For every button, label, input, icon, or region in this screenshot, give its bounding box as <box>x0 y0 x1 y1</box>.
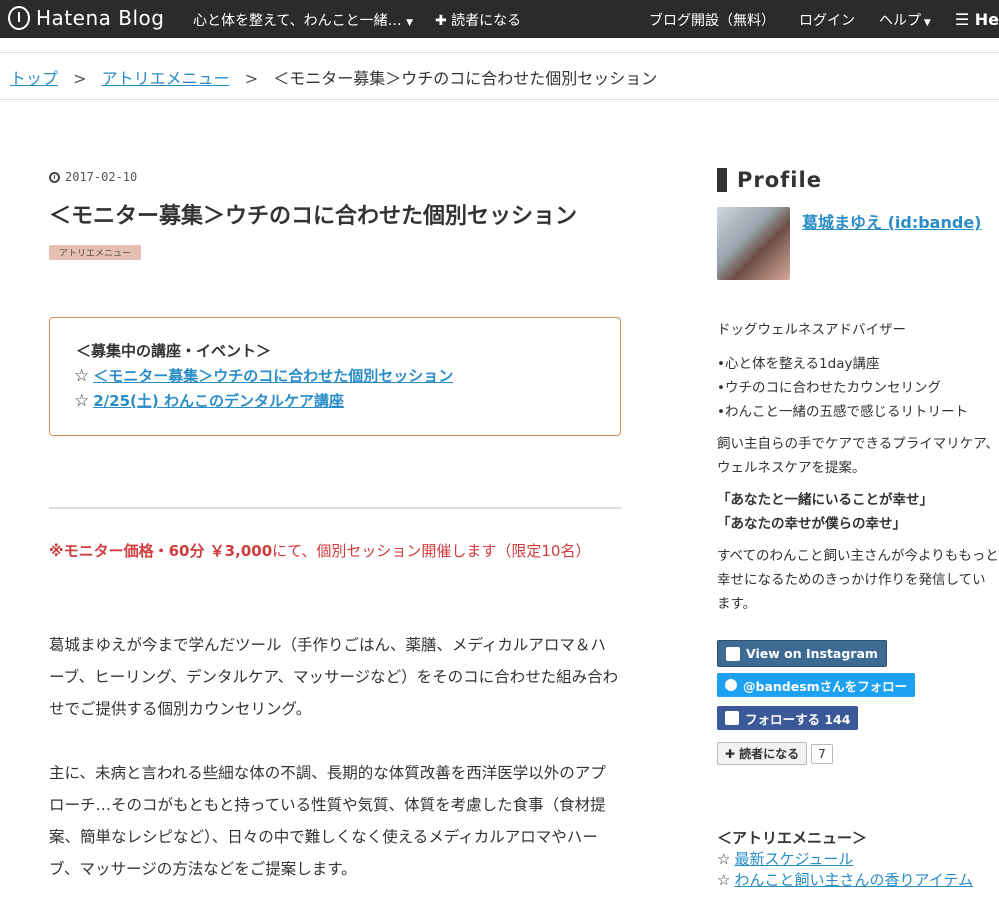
article: 2017-02-10 ＜モニター募集＞ウチのコに合わせた個別セッション アトリエ… <box>49 170 621 885</box>
menu-link-aroma[interactable]: わんこと飼い主さんの香りアイテム <box>734 869 973 890</box>
profile-name-link[interactable]: 葛城まゆえ (id:bande) <box>802 209 981 280</box>
plus-icon: ✚ <box>725 746 736 761</box>
menu-link-schedule[interactable]: 最新スケジュール <box>734 848 853 869</box>
login-link[interactable]: ログイン <box>799 10 855 30</box>
breadcrumb-current: ＜モニター募集＞ウチのコに合わせた個別セッション <box>273 69 658 88</box>
body-paragraph: 主に、未病と言われる些細な体の不調、長期的な体質改善を西洋医学以外のアプローチ…… <box>49 764 606 878</box>
date-text[interactable]: 2017-02-10 <box>65 170 137 184</box>
service-item: •心と体を整える1day講座 <box>717 356 880 372</box>
reader-button[interactable]: ✚ 読者になる <box>717 742 808 765</box>
profile-row: 葛城まゆえ (id:bande) <box>717 207 999 280</box>
breadcrumb-top-link[interactable]: トップ <box>10 69 58 88</box>
hatena-logo[interactable]: Hatena Blog <box>8 6 164 30</box>
event-link-monitor[interactable]: ＜モニター募集＞ウチのコに合わせた個別セッション <box>93 365 453 386</box>
event-link-dental[interactable]: 2/25(土) わんこのデンタルケア講座 <box>93 390 344 411</box>
breadcrumb-category-link[interactable]: アトリエメニュー <box>102 69 230 88</box>
instagram-icon <box>726 646 740 661</box>
star-icon: ☆ <box>74 390 90 411</box>
social-row: フォローする 144 <box>717 706 999 730</box>
clock-icon <box>49 171 60 183</box>
logo-text: Hatena Blog <box>36 6 165 30</box>
hatena-topbar: Hatena Blog 心と体を整えて、わんこと一緒… ▼ ✚ 読者になる ブロ… <box>0 0 999 38</box>
menu-icon: ☰ <box>954 10 975 29</box>
profile-intro: 飼い主自らの手でケアできるプライマリケア、ウェルネスケアを提案。 <box>717 436 999 476</box>
event-item: ☆ 2/25(土) わんこのデンタルケア講座 <box>74 390 596 411</box>
price-rest: にて、個別セッション開催します（限定10名） <box>272 542 591 560</box>
atelier-menu-heading: ＜アトリエメニュー＞ <box>717 829 868 847</box>
atelier-menu-item: ☆ 最新スケジュール <box>717 848 999 869</box>
social-row: ✚ 読者になる 7 <box>717 742 999 765</box>
reader-count: 7 <box>811 743 833 764</box>
star-icon: ☆ <box>74 365 90 386</box>
subscribe-button[interactable]: ✚ 読者になる <box>435 10 521 30</box>
breadcrumb-bar: トップ > アトリエメニュー > ＜モニター募集＞ウチのコに合わせた個別セッショ… <box>0 52 999 100</box>
star-icon: ☆ <box>717 870 731 889</box>
breadcrumb: トップ > アトリエメニュー > ＜モニター募集＞ウチのコに合わせた個別セッショ… <box>10 65 657 89</box>
blog-name-dropdown[interactable]: 心と体を整えて、わんこと一緒… ▼ <box>193 10 413 30</box>
service-item: •ウチのコに合わせたカウンセリング <box>717 380 941 396</box>
facebook-icon <box>725 711 739 725</box>
profile-quote: 「あなたの幸せが僕らの幸せ」 <box>717 516 906 532</box>
profile-heading: Profile <box>717 168 999 192</box>
atelier-menu-item: ☆ わんこと飼い主さんの香りアイテム <box>717 869 999 890</box>
hatena-extra-link[interactable]: ☰ He <box>955 10 999 30</box>
price-notice: ※モニター価格・60分 ￥3,000にて、個別セッション開催します（限定10名） <box>49 535 621 567</box>
article-title[interactable]: ＜モニター募集＞ウチのコに合わせた個別セッション <box>49 198 621 230</box>
twitter-icon <box>725 679 737 691</box>
avatar[interactable] <box>717 207 790 280</box>
category-tag[interactable]: アトリエメニュー <box>49 245 142 260</box>
price-bold: ※モニター価格・60分 ￥3,000 <box>49 542 273 560</box>
heading-bar <box>717 168 727 192</box>
help-menu[interactable]: ヘルプ ▼ <box>879 10 931 30</box>
topbar-right-links: ブログ開設（無料） ログイン ヘルプ ▼ ☰ He <box>649 10 999 30</box>
event-item: ☆ ＜モニター募集＞ウチのコに合わせた個別セッション <box>74 365 596 386</box>
open-blog-link[interactable]: ブログ開設（無料） <box>649 10 775 30</box>
facebook-follow-button[interactable]: フォローする 144 <box>717 706 859 730</box>
chevron-down-icon: ▼ <box>921 18 931 28</box>
profile-mission: すべてのわんこと飼い主さんが今よりももっと幸せになるためのきっかけ作りを発信して… <box>717 548 999 612</box>
body-paragraph: 葛城まゆえが今まで学んだツール（手作りごはん、薬膳、メディカルアロマ＆ハーブ、ヒ… <box>49 636 619 718</box>
event-box-heading: ＜募集中の講座・イベント＞ <box>76 342 272 360</box>
breadcrumb-separator: > <box>244 69 259 88</box>
event-box: ＜募集中の講座・イベント＞ ☆ ＜モニター募集＞ウチのコに合わせた個別セッション… <box>49 317 621 436</box>
profile-role: ドッグウェルネスアドバイザー <box>717 322 906 338</box>
chevron-down-icon: ▼ <box>406 18 413 28</box>
sidebar: Profile 葛城まゆえ (id:bande) ドッグウェルネスアドバイザー … <box>717 168 999 890</box>
instagram-button[interactable]: View on Instagram <box>717 640 887 667</box>
service-item: •わんこと一緒の五感で感じるリトリート <box>717 404 968 420</box>
social-row: View on Instagram <box>717 640 999 667</box>
twitter-follow-button[interactable]: @bandesmさんをフォロー <box>717 673 916 697</box>
profile-quote: 「あなたと一緒にいることが幸せ」 <box>717 492 933 508</box>
divider <box>49 507 621 509</box>
post-date: 2017-02-10 <box>49 170 621 184</box>
hatena-logo-icon <box>8 6 30 30</box>
star-icon: ☆ <box>717 849 731 868</box>
breadcrumb-separator: > <box>73 69 87 88</box>
social-row: @bandesmさんをフォロー <box>717 673 999 697</box>
